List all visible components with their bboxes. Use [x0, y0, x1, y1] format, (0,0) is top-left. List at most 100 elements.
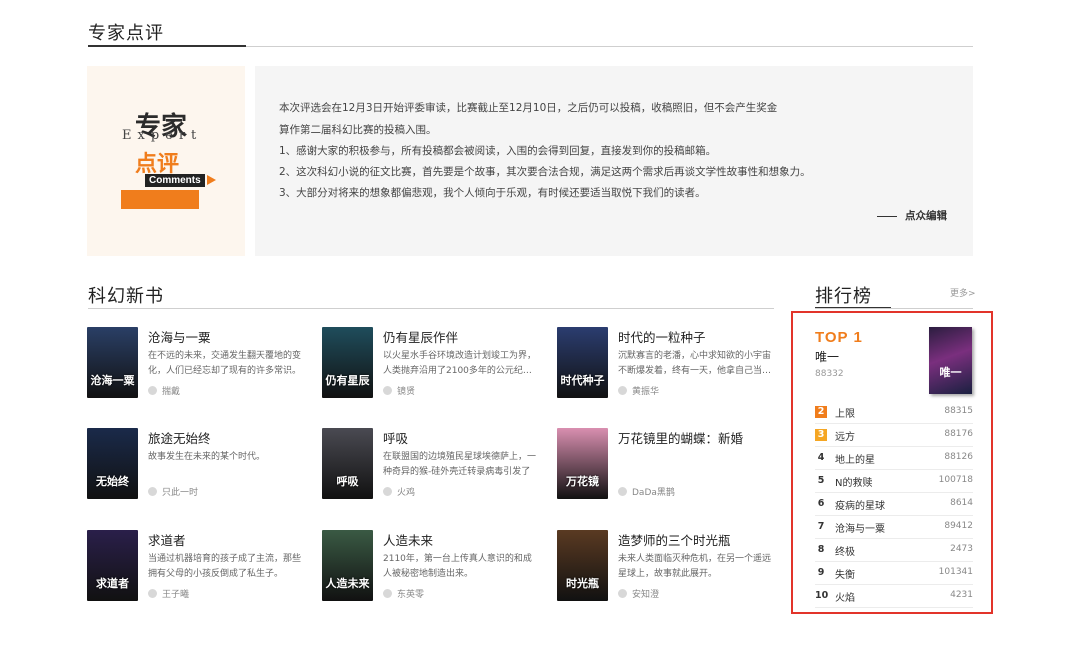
book-card[interactable]: 求道者 求道者 当通过机器培育的孩子成了主流，那些拥有父母的小孩反倒成了私生子。 王子…: [87, 530, 305, 602]
book-card[interactable]: 仍有星辰 仍有星辰作伴以火星水手谷环境改造计划竣工为界，人类抛弃沿用了2100多年…: [322, 327, 540, 399]
book-desc: [618, 450, 774, 480]
book-title[interactable]: 仍有星辰作伴: [383, 327, 458, 346]
book-title[interactable]: 沧海与一粟: [148, 327, 211, 346]
rank-title[interactable]: 沧海与一粟: [835, 520, 885, 535]
book-cover[interactable]: 无始终: [87, 428, 138, 499]
book-author: 镜贤: [383, 384, 415, 397]
book-desc: 故事发生在未来的某个时代。: [148, 452, 266, 462]
author-avatar-icon: [618, 386, 627, 395]
ranking-item[interactable]: 7 沧海与一粟 89412: [815, 516, 973, 539]
book-card[interactable]: 沧海一粟 沧海与一粟在不远的未来，交通发生翻天覆地的变化，人们已经忘却了现有的许多…: [87, 327, 305, 399]
book-card[interactable]: 无始终 旅途无始终故事发生在未来的某个时代。只此一时: [87, 428, 305, 500]
ranking-item[interactable]: 10 火焰 4231: [815, 585, 973, 608]
rank-number: 8: [817, 544, 825, 555]
top1-label: TOP 1: [815, 329, 863, 346]
book-author-name: 黄振华: [632, 387, 660, 397]
book-cover[interactable]: 人造未来: [322, 530, 373, 601]
book-title[interactable]: 人造未来: [383, 530, 433, 549]
book-cover[interactable]: 仍有星辰: [322, 327, 373, 398]
rank-title[interactable]: 地上的星: [835, 451, 875, 466]
author-avatar-icon: [148, 487, 157, 496]
book-cover-text: 呼吸: [336, 475, 359, 488]
book-card[interactable]: 万花镜 万花镜里的蝴蝶：新婚 DaDa黑鹊: [557, 428, 775, 500]
book-author-name: 东英零: [397, 590, 425, 600]
ranking-title: 排行榜: [815, 286, 872, 307]
expert-review-body: 本次评选会在12月3日开始评委审读，比赛截止至12月10日，之后仍可以投稿，收稿…: [255, 66, 973, 256]
book-card[interactable]: 时代种子 时代的一粒种子沉默寡言的老潘，心中求知欲的小宇宙不断爆发着，终有一天，他…: [557, 327, 775, 399]
book-cover[interactable]: 时代种子: [557, 327, 608, 398]
book-title[interactable]: 造梦师的三个时光瓶: [618, 530, 731, 549]
rank-title[interactable]: 终极: [835, 543, 855, 558]
book-cover-text: 沧海一粟: [90, 374, 135, 387]
expert-line: 2、这次科幻小说的征文比赛，首先要是个故事，其次要合法合规，满足这两个需求后再谈…: [279, 166, 811, 178]
ranking-item[interactable]: 4 地上的星 88126: [815, 447, 973, 470]
book-title[interactable]: 呼吸: [383, 428, 408, 447]
book-author: 东英零: [383, 587, 424, 600]
book-desc: 2110年，第一台上传真人意识的和成人被秘密地制造出来。: [383, 554, 532, 579]
rank-count: 100718: [938, 475, 973, 485]
badge-expert-en: Expert: [122, 128, 203, 143]
book-desc: 以火星水手谷环境改造计划竣工为界，人类抛弃沿用了2100多年的公元纪…: [383, 351, 537, 376]
book-author-name: 火鸡: [397, 488, 416, 498]
ranking-item[interactable]: 9 失衡 101341: [815, 562, 973, 585]
ranking-item[interactable]: 6 疫病的星球 8614: [815, 493, 973, 516]
book-cover-text: 万花镜: [566, 475, 599, 488]
rank-count: 88315: [944, 406, 973, 416]
book-desc: 在联盟国的边境殖民星球埃德萨上，一种奇异的猴-硅外壳迁转录病毒引发了席: [383, 452, 537, 477]
book-cover[interactable]: 求道者: [87, 530, 138, 601]
rank-title[interactable]: 疫病的星球: [835, 497, 885, 512]
book-author-name: DaDa黑鹊: [632, 488, 675, 498]
book-cover[interactable]: 万花镜: [557, 428, 608, 499]
book-cover[interactable]: 时光瓶: [557, 530, 608, 601]
book-cover[interactable]: 沧海一粟: [87, 327, 138, 398]
rank-count: 88176: [944, 429, 973, 439]
ranking-item[interactable]: 8 终极 2473: [815, 539, 973, 562]
book-cover-text: 人造未来: [325, 577, 370, 590]
ranking-item[interactable]: 2 上限 88315: [815, 401, 973, 424]
book-desc: 沉默寡言的老潘，心中求知欲的小宇宙不断爆发着，终有一天，他拿自己当…: [618, 351, 772, 376]
rank-count: 88126: [944, 452, 973, 462]
book-author: 安知澄: [618, 587, 659, 600]
badge-arrow-icon: [207, 175, 216, 185]
ranking-more-link[interactable]: 更多>: [950, 286, 976, 299]
rank-title[interactable]: 失衡: [835, 566, 855, 581]
book-card[interactable]: 人造未来 人造未来 2110年，第一台上传真人意识的和成人被秘密地制造出来。 东英零: [322, 530, 540, 602]
top1-cover-text: 唯一: [939, 366, 962, 379]
book-cover[interactable]: 呼吸: [322, 428, 373, 499]
top1-cover[interactable]: 唯一: [929, 327, 972, 394]
book-cover-text: 仍有星辰: [325, 374, 370, 387]
rank-title[interactable]: 火焰: [835, 589, 855, 604]
rank-title[interactable]: 上限: [835, 405, 855, 420]
rank-title[interactable]: 远方: [835, 428, 855, 443]
book-author: 黄振华: [618, 384, 659, 397]
book-title[interactable]: 求道者: [148, 530, 186, 549]
ranking-item[interactable]: 5 N的救赎 100718: [815, 470, 973, 493]
rank-count: 4231: [950, 590, 973, 600]
rank-number: 5: [817, 475, 825, 486]
top1-count: 88332: [815, 369, 844, 379]
book-author-name: 只此一时: [162, 488, 199, 498]
rank-count: 2473: [950, 544, 973, 554]
rank-number: 4: [817, 452, 825, 463]
rank-number: 6: [817, 498, 825, 509]
book-card[interactable]: 呼吸呼吸在联盟国的边境殖民星球埃德萨上，一种奇异的猴-硅外壳迁转录病毒引发了席火…: [322, 428, 540, 500]
book-title[interactable]: 万花镜里的蝴蝶：新婚: [618, 428, 743, 447]
book-card[interactable]: 时光瓶 造梦师的三个时光瓶 未来人类面临灭种危机，在另一个遥远星球上，故事就此展开。…: [557, 530, 775, 602]
expert-line: 本次评选会在12月3日开始评委审读，比赛截止至12月10日，之后仍可以投稿，收稿…: [279, 102, 778, 114]
rank-number: 2: [815, 406, 827, 418]
book-title[interactable]: 旅途无始终: [148, 428, 211, 447]
rank-title[interactable]: N的救赎: [835, 474, 872, 489]
top1-title[interactable]: 唯一: [815, 348, 839, 365]
rank-number: 7: [817, 521, 825, 532]
book-title[interactable]: 时代的一粒种子: [618, 327, 706, 346]
expert-line: 1、感谢大家的积极参与，所有投稿都会被阅读，入围的会得到回复，直接发到你的投稿邮…: [279, 145, 717, 157]
book-author: DaDa黑鹊: [618, 485, 675, 498]
badge-bar: [121, 190, 199, 209]
book-desc: 在不远的未来，交通发生翻天覆地的变化，人们已经忘却了现有的许多常识。: [148, 351, 302, 376]
book-author: 揣戴: [148, 384, 180, 397]
book-cover-text: 无始终: [96, 475, 129, 488]
ranking-item[interactable]: 3 远方 88176: [815, 424, 973, 447]
ranking-panel: TOP 1 唯一 88332 唯一 2 上限 88315 3 远方 88176 4 地上的星 8…: [791, 311, 993, 614]
rank-number: 10: [815, 590, 829, 601]
book-author-name: 揣戴: [162, 387, 181, 397]
